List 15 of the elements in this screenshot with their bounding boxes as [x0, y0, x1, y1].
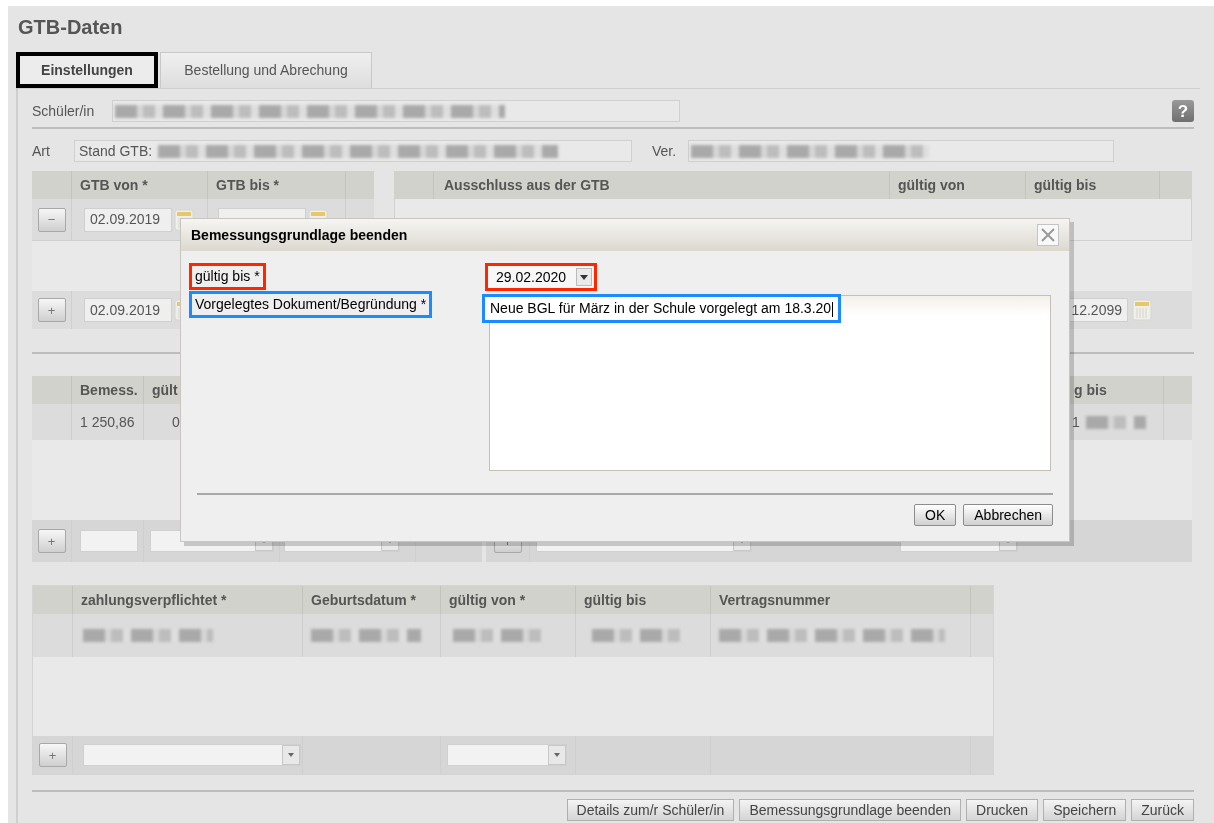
field-label: Schüler/in [32, 101, 96, 121]
column-header: gültig bis [1026, 171, 1160, 199]
field-label: Art [32, 141, 51, 161]
field-label: Vorgelegtes Dokument/Begründung * [189, 291, 433, 318]
column-header: Ausschluss aus der GTB [434, 171, 890, 199]
field-label: Ver. [652, 141, 678, 161]
table-cell-text: 0 [171, 412, 180, 432]
column-header: gültig von [890, 171, 1026, 199]
text-value: Neue BGL für März in der Schule vorgelegt am 18.3.20 [482, 294, 842, 323]
dialog-title: Bemessungsgrundlage beenden [191, 225, 408, 245]
table-cell-text: 1 250,86 [79, 412, 135, 432]
table-cell-text: 1 [1072, 412, 1080, 432]
field-label: gültig bis * [189, 263, 266, 290]
field-value: Stand GTB: [79, 141, 153, 161]
page-title: GTB-Daten [17, 15, 124, 40]
